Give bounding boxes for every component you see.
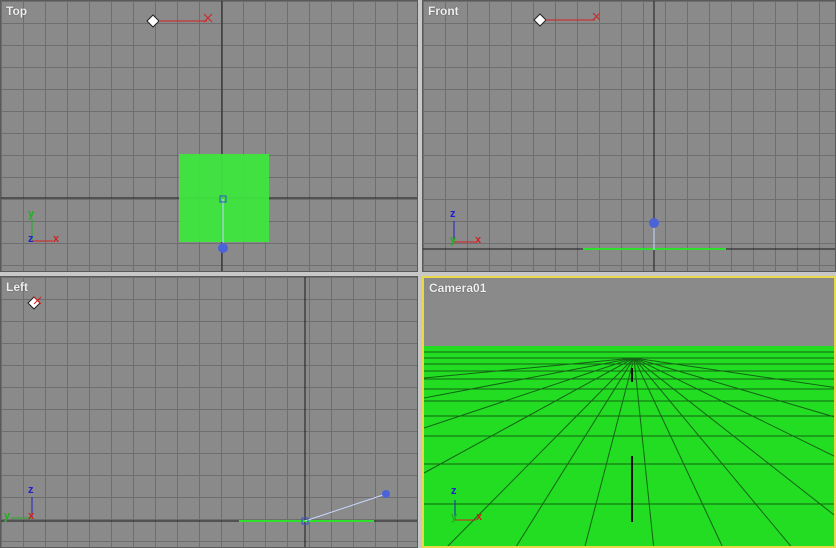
light-icon[interactable] bbox=[382, 490, 390, 498]
axis-y-label: y bbox=[28, 208, 35, 220]
axis-x-label: x bbox=[475, 234, 482, 246]
viewport-front[interactable]: Front z y x bbox=[422, 0, 836, 272]
axis-z-label: z bbox=[28, 233, 34, 245]
viewport-camera[interactable]: Camera01 z y x bbox=[422, 276, 836, 548]
ground-plane[interactable] bbox=[424, 346, 836, 548]
viewport-top[interactable]: Top y z x bbox=[0, 0, 418, 272]
axis-x-label: x bbox=[28, 510, 35, 522]
light-icon[interactable] bbox=[218, 243, 228, 253]
viewport-top-scene bbox=[1, 1, 417, 271]
axis-z-label: z bbox=[450, 208, 456, 220]
axis-y-label: y bbox=[451, 511, 458, 523]
camera-icon[interactable] bbox=[533, 12, 601, 27]
plane-object[interactable] bbox=[179, 154, 269, 242]
viewport-front-scene bbox=[423, 1, 835, 271]
viewport-label[interactable]: Camera01 bbox=[429, 281, 486, 295]
viewport-left-scene bbox=[1, 277, 417, 547]
viewport-camera-scene bbox=[424, 346, 836, 548]
axis-y-label: y bbox=[450, 234, 457, 246]
camera-icon[interactable] bbox=[27, 296, 42, 310]
light-icon[interactable] bbox=[649, 218, 659, 228]
viewport-left[interactable]: Left z y x bbox=[0, 276, 418, 548]
spotlight-target-line bbox=[304, 493, 387, 522]
camera-icon[interactable] bbox=[146, 13, 213, 28]
axis-tripod bbox=[31, 219, 53, 242]
axis-y-label: y bbox=[4, 510, 11, 522]
axis-z-label: z bbox=[28, 484, 34, 496]
axis-x-label: x bbox=[476, 511, 483, 523]
axis-x-label: x bbox=[53, 233, 60, 245]
axis-z-label: z bbox=[451, 485, 457, 497]
axis-tripod bbox=[453, 221, 475, 243]
